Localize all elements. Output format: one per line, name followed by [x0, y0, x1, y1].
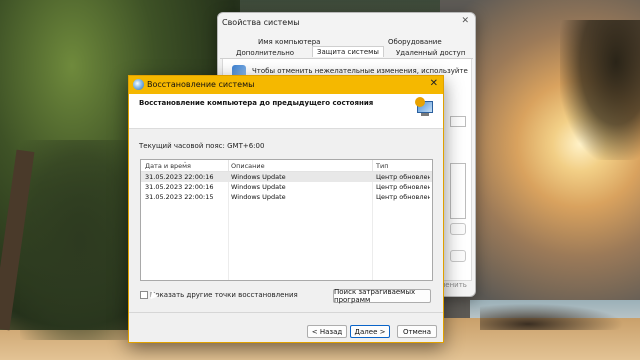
- system-restore-dialog: Восстановление системы ✕ Восстановление …: [128, 75, 444, 343]
- cell-date: 31.05.2023 22:00:16: [145, 183, 214, 191]
- dialog-title: Восстановление системы: [147, 80, 255, 89]
- button-fragment[interactable]: [450, 223, 466, 235]
- tab-system-protection[interactable]: Защита системы: [312, 46, 384, 57]
- column-type[interactable]: Тип: [376, 162, 388, 170]
- dialog-heading: Восстановление компьютера до предыдущего…: [139, 99, 374, 107]
- wallpaper-right-leaves: [560, 20, 640, 160]
- table-header: Дата и время ⌄ Описание Тип: [141, 159, 432, 172]
- sort-arrow-icon: ⌄: [183, 159, 188, 165]
- cell-description: Windows Update: [231, 183, 286, 191]
- show-more-label[interactable]: Показать другие точки восстановления: [150, 291, 298, 299]
- next-button[interactable]: Далее >: [350, 325, 390, 338]
- cell-description: Windows Update: [231, 173, 286, 181]
- close-icon[interactable]: ✕: [461, 16, 469, 26]
- panel-description: Чтобы отменить нежелательные изменения, …: [252, 67, 468, 75]
- system-restore-icon: [133, 79, 144, 90]
- window-title: Свойства системы: [222, 18, 300, 27]
- table-row[interactable]: 31.05.2023 22:00:16 Windows Update Центр…: [141, 172, 432, 182]
- restore-computer-icon: [415, 97, 435, 119]
- dialog-header: Восстановление компьютера до предыдущего…: [129, 94, 443, 129]
- table-row[interactable]: 31.05.2023 22:00:15 Windows Update Центр…: [141, 192, 432, 202]
- tab-advanced[interactable]: Дополнительно: [236, 49, 294, 57]
- monitor-stand: [421, 113, 429, 116]
- cell-description: Windows Update: [231, 193, 286, 201]
- wallpaper-palm-shadow: [20, 140, 140, 340]
- cell-date: 31.05.2023 22:00:15: [145, 193, 214, 201]
- wallpaper-rocks: [480, 300, 640, 330]
- cell-type: Центр обновлен...: [376, 183, 430, 191]
- show-more-checkbox[interactable]: [140, 291, 148, 299]
- close-icon[interactable]: ✕: [430, 78, 438, 89]
- scan-affected-programs-button[interactable]: Поиск затрагиваемых программ: [333, 288, 431, 304]
- column-divider[interactable]: [372, 160, 373, 172]
- timezone-label: Текущий часовой пояс: GMT+6:00: [139, 142, 265, 150]
- cell-type: Центр обновлен...: [376, 193, 430, 201]
- cell-date: 31.05.2023 22:00:16: [145, 173, 214, 181]
- column-description[interactable]: Описание: [231, 162, 265, 170]
- footer-divider: [129, 312, 443, 313]
- dialog-titlebar: Восстановление системы ✕: [129, 76, 443, 94]
- tab-computer-name[interactable]: Имя компьютера: [258, 38, 320, 46]
- list-fragment: [450, 163, 466, 219]
- back-button[interactable]: < Назад: [307, 325, 347, 338]
- cancel-button[interactable]: Отмена: [397, 325, 437, 338]
- tab-remote[interactable]: Удаленный доступ: [396, 49, 465, 57]
- table-row[interactable]: 31.05.2023 22:00:16 Windows Update Центр…: [141, 182, 432, 192]
- restore-arrow-icon: [415, 97, 425, 107]
- faded-button-text: менить: [440, 281, 467, 289]
- tab-hardware[interactable]: Оборудование: [388, 38, 442, 46]
- field-fragment: [450, 116, 466, 127]
- restore-points-table[interactable]: Дата и время ⌄ Описание Тип 31.05.2023 2…: [140, 159, 433, 281]
- column-divider[interactable]: [228, 160, 229, 172]
- cell-type: Центр обновлен...: [376, 173, 430, 181]
- button-fragment-2[interactable]: [450, 250, 466, 262]
